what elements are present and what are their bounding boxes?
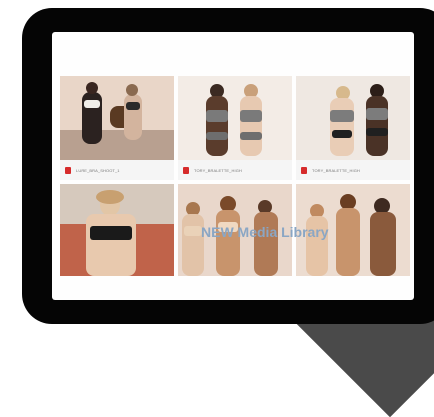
model-figure (86, 214, 136, 276)
floor (60, 130, 174, 160)
file-caption: TORY_BRALETTE_HIGH (296, 160, 410, 180)
pdf-file-icon (65, 166, 71, 174)
model-top (206, 110, 228, 122)
tablet-device: LURE_BRA_SHOOT_1 TORY_BRALETTE_HIGH TORY… (22, 8, 434, 324)
media-thumbnail[interactable] (60, 76, 174, 160)
media-tile[interactable] (60, 184, 174, 276)
media-tile[interactable]: TORY_BRALETTE_HIGH (178, 76, 292, 180)
file-name: TORY_BRALETTE_HIGH (194, 167, 242, 173)
media-thumbnail[interactable] (178, 76, 292, 160)
model-figure (206, 96, 228, 156)
model-top (330, 110, 354, 122)
file-caption: LURE_BRA_SHOOT_1 (60, 160, 174, 180)
model-bottom (206, 132, 228, 140)
pdf-file-icon (183, 166, 189, 174)
model-bottom (366, 128, 388, 136)
model-figure (254, 212, 278, 276)
media-thumbnail[interactable] (296, 76, 410, 160)
model-figure (370, 212, 396, 276)
pdf-file-icon (301, 166, 307, 174)
model-figure (330, 98, 354, 156)
model-head (126, 84, 138, 96)
model-figure (216, 210, 240, 276)
media-tile[interactable]: LURE_BRA_SHOOT_1 (60, 76, 174, 180)
model-hair (96, 190, 124, 204)
model-top (90, 226, 132, 240)
model-figure (240, 96, 262, 156)
model-top (240, 110, 262, 122)
model-bottom (332, 130, 352, 138)
file-name: TORY_BRALETTE_HIGH (312, 167, 360, 173)
media-grid: LURE_BRA_SHOOT_1 TORY_BRALETTE_HIGH TORY… (60, 76, 410, 288)
overlay-title: NEW Media Library (201, 224, 329, 240)
model-bottom (240, 132, 262, 140)
model-figure (336, 208, 360, 276)
model-figure (366, 96, 388, 156)
model-top (84, 100, 100, 108)
model-top (184, 226, 202, 236)
file-name: LURE_BRA_SHOOT_1 (76, 167, 120, 173)
media-thumbnail[interactable] (60, 184, 174, 276)
model-figure (124, 94, 142, 140)
file-caption: TORY_BRALETTE_HIGH (178, 160, 292, 180)
model-head (86, 82, 98, 94)
tablet-screen: LURE_BRA_SHOOT_1 TORY_BRALETTE_HIGH TORY… (52, 32, 414, 300)
model-top (126, 102, 140, 110)
model-top (366, 108, 388, 120)
media-tile[interactable]: TORY_BRALETTE_HIGH (296, 76, 410, 180)
